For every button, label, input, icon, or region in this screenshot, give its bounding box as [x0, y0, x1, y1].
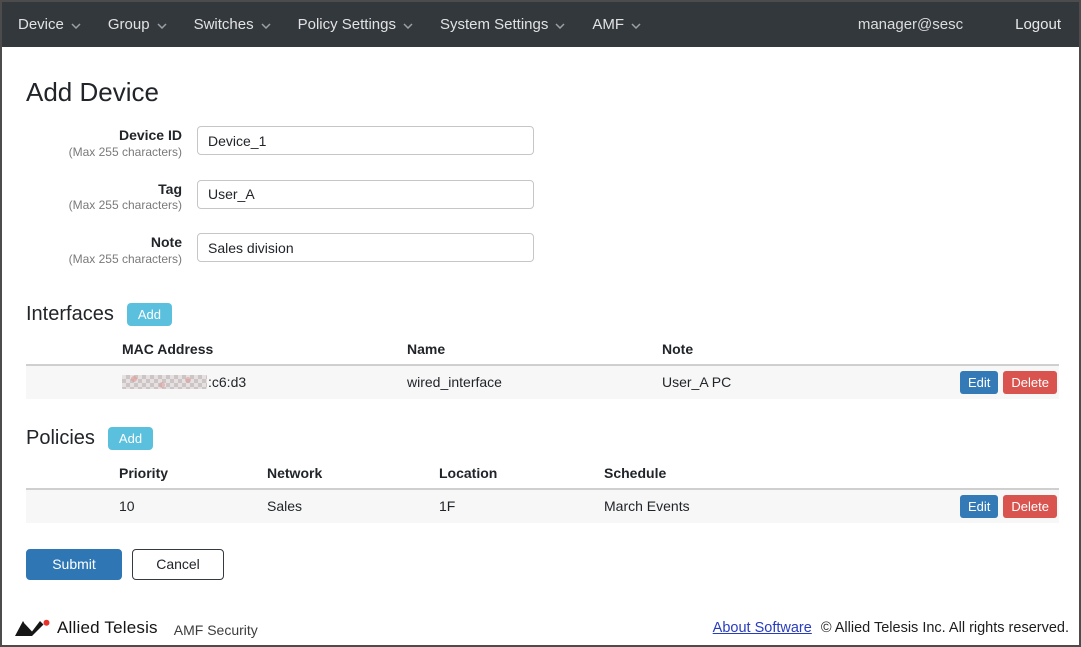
- policies-add-button[interactable]: Add: [108, 427, 153, 450]
- mac-visible-part: :c6:d3: [208, 374, 246, 390]
- interface-row-actions: Edit Delete: [960, 371, 1059, 394]
- col-location: Location: [439, 465, 604, 481]
- about-software-link[interactable]: About Software: [713, 620, 812, 636]
- policy-location-cell: 1F: [439, 498, 604, 514]
- chevron-down-icon: [261, 23, 271, 29]
- policies-title: Policies: [26, 427, 95, 450]
- nav-item-amf[interactable]: AMF: [592, 16, 641, 33]
- tag-label-text: Tag: [26, 181, 182, 199]
- nav-item-policy-settings[interactable]: Policy Settings: [298, 16, 413, 33]
- form-row-note: Note (Max 255 characters): [26, 233, 1055, 267]
- interfaces-add-button[interactable]: Add: [127, 303, 172, 326]
- interface-name-cell: wired_interface: [407, 374, 662, 390]
- logout-link[interactable]: Logout: [1015, 16, 1061, 33]
- interface-table-row: :c6:d3 wired_interface User_A PC Edit De…: [26, 366, 1059, 399]
- mac-address-cell: :c6:d3: [122, 374, 407, 390]
- form-row-device-id: Device ID (Max 255 characters): [26, 126, 1055, 160]
- device-id-label-text: Device ID: [26, 127, 182, 145]
- policies-section: Policies Add Priority Network Location S…: [26, 427, 1055, 523]
- navbar-right: manager@sesc Logout: [858, 16, 1061, 33]
- chevron-down-icon: [631, 23, 641, 29]
- footer-right: About Software © Allied Telesis Inc. All…: [713, 620, 1069, 636]
- footer: Allied Telesis AMF Security About Softwa…: [2, 614, 1079, 645]
- nav-item-device-label: Device: [18, 16, 64, 33]
- interfaces-table-header: MAC Address Name Note: [26, 332, 1059, 366]
- interfaces-section: Interfaces Add MAC Address Name Note :c6…: [26, 303, 1055, 399]
- form-row-tag: Tag (Max 255 characters): [26, 180, 1055, 214]
- brand: Allied Telesis AMF Security: [15, 618, 258, 638]
- copyright-text: © Allied Telesis Inc. All rights reserve…: [821, 620, 1069, 636]
- nav-item-policy-settings-label: Policy Settings: [298, 16, 396, 33]
- device-id-input[interactable]: [197, 126, 534, 155]
- col-note: Note: [662, 341, 1059, 357]
- cancel-button[interactable]: Cancel: [132, 549, 224, 580]
- policies-table: Priority Network Location Schedule 10 Sa…: [26, 456, 1059, 523]
- policy-table-row: 10 Sales 1F March Events Edit Delete: [26, 490, 1059, 523]
- note-label: Note (Max 255 characters): [26, 233, 182, 267]
- page-title: Add Device: [26, 77, 1055, 108]
- product-name: AMF Security: [174, 619, 258, 638]
- chevron-down-icon: [403, 23, 413, 29]
- col-network: Network: [267, 465, 439, 481]
- chevron-down-icon: [157, 23, 167, 29]
- policies-table-header: Priority Network Location Schedule: [26, 456, 1059, 490]
- col-mac-address: MAC Address: [122, 341, 407, 357]
- mac-redacted-pixelation: [122, 375, 207, 389]
- nav-item-system-settings[interactable]: System Settings: [440, 16, 565, 33]
- nav-item-system-settings-label: System Settings: [440, 16, 548, 33]
- chevron-down-icon: [555, 23, 565, 29]
- policy-schedule-cell: March Events: [604, 498, 960, 514]
- interfaces-title: Interfaces: [26, 303, 114, 326]
- tag-label: Tag (Max 255 characters): [26, 180, 182, 214]
- user-account: manager@sesc: [858, 16, 963, 33]
- nav-item-amf-label: AMF: [592, 16, 624, 33]
- col-schedule: Schedule: [604, 465, 1059, 481]
- tag-hint: (Max 255 characters): [26, 198, 182, 213]
- col-priority: Priority: [119, 465, 267, 481]
- note-hint: (Max 255 characters): [26, 252, 182, 267]
- policy-delete-button[interactable]: Delete: [1003, 495, 1057, 518]
- device-id-hint: (Max 255 characters): [26, 145, 182, 160]
- nav-item-switches[interactable]: Switches: [194, 16, 271, 33]
- col-name: Name: [407, 341, 662, 357]
- nav-item-switches-label: Switches: [194, 16, 254, 33]
- policy-network-cell: Sales: [267, 498, 439, 514]
- nav-item-group[interactable]: Group: [108, 16, 167, 33]
- device-id-label: Device ID (Max 255 characters): [26, 126, 182, 160]
- add-device-form: Device ID (Max 255 characters) Tag (Max …: [26, 126, 1055, 267]
- interfaces-header: Interfaces Add: [26, 303, 1055, 326]
- policy-edit-button[interactable]: Edit: [960, 495, 998, 518]
- submit-button[interactable]: Submit: [26, 549, 122, 580]
- interface-edit-button[interactable]: Edit: [960, 371, 998, 394]
- nav-item-group-label: Group: [108, 16, 150, 33]
- interfaces-table: MAC Address Name Note :c6:d3 wired_inter…: [26, 332, 1059, 399]
- policy-row-actions: Edit Delete: [960, 495, 1059, 518]
- form-actions: Submit Cancel: [26, 549, 1055, 580]
- note-input[interactable]: [197, 233, 534, 262]
- navbar: Device Group Switches Policy Settings Sy…: [2, 2, 1079, 47]
- main-content: Add Device Device ID (Max 255 characters…: [2, 47, 1079, 614]
- interface-note-cell: User_A PC: [662, 374, 960, 390]
- nav-item-device[interactable]: Device: [18, 16, 81, 33]
- brand-name: Allied Telesis: [57, 618, 158, 638]
- interface-delete-button[interactable]: Delete: [1003, 371, 1057, 394]
- policies-header: Policies Add: [26, 427, 1055, 450]
- note-label-text: Note: [26, 234, 182, 252]
- page: Device Group Switches Policy Settings Sy…: [0, 0, 1081, 647]
- chevron-down-icon: [71, 23, 81, 29]
- policy-priority-cell: 10: [119, 498, 267, 514]
- allied-telesis-logo-icon: [15, 618, 51, 638]
- tag-input[interactable]: [197, 180, 534, 209]
- navbar-menu: Device Group Switches Policy Settings Sy…: [18, 16, 641, 33]
